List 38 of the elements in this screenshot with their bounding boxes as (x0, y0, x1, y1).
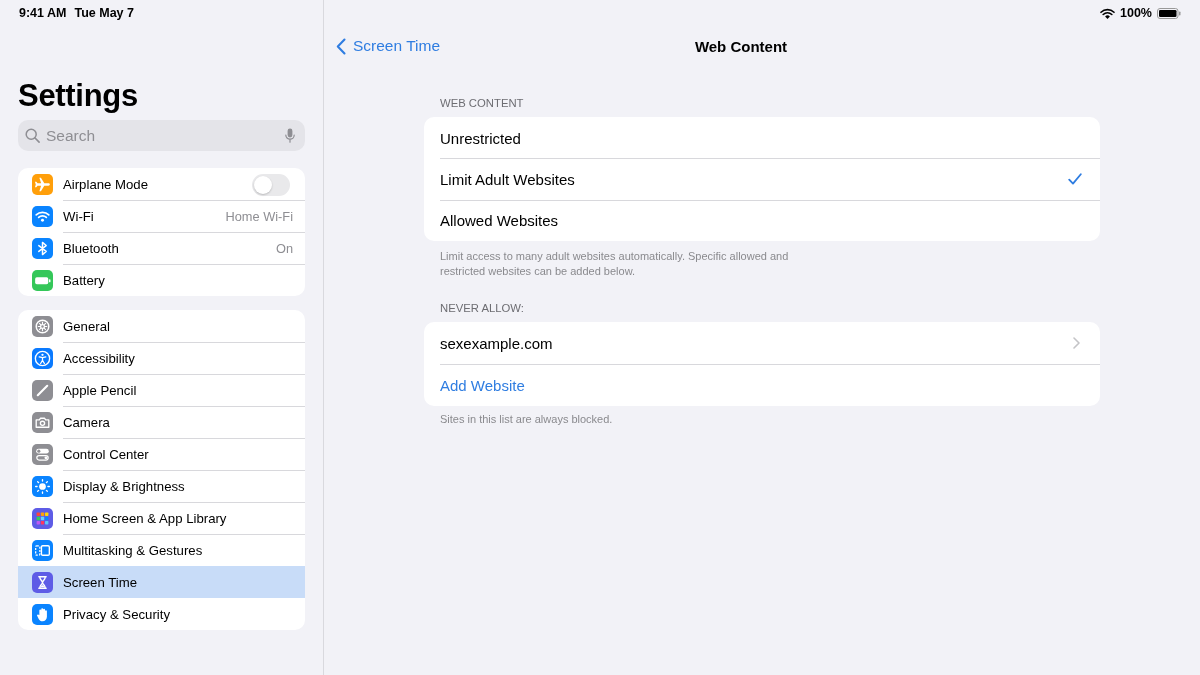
section-header: NEVER ALLOW: (439, 300, 525, 315)
sidebar-item[interactable]: Camera (18, 406, 305, 438)
item-value: Home Wi-Fi (225, 209, 293, 224)
wifi-signal-icon (1100, 7, 1115, 19)
sidebar-item[interactable]: Airplane Mode (18, 168, 305, 200)
back-button[interactable]: Screen Time (336, 37, 440, 55)
section-footer: Sites in this list are always blocked. (424, 411, 820, 427)
battery-icon (1157, 7, 1181, 19)
sidebar-item[interactable]: Battery (18, 264, 305, 296)
sidebar-item[interactable]: General (18, 310, 305, 342)
status-time: 9:41 AM (19, 6, 67, 20)
sidebar-item[interactable]: Screen Time (18, 566, 305, 598)
chevron-left-icon (336, 37, 346, 55)
list-row[interactable]: sexexample.com (424, 321, 1100, 364)
item-value: On (275, 241, 293, 256)
section-footer: Limit access to many adult websites automatically. Specific allowed and restricted websites can be added below. (424, 248, 820, 279)
chevron-icon (1073, 337, 1080, 350)
sidebar-item[interactable]: Display & Brightness (18, 470, 305, 502)
sidebar-item[interactable]: Accessibility (18, 342, 305, 374)
search-field[interactable]: Search (18, 120, 305, 151)
status-date: Tue May 7 (74, 6, 134, 20)
page-title: Web Content (694, 37, 788, 55)
sidebar-item[interactable]: Privacy & Security (18, 598, 305, 630)
microphone-icon[interactable] (285, 128, 295, 143)
sidebar-item[interactable]: Bluetooth On (18, 232, 305, 264)
battery-percent: 100% (1120, 6, 1152, 20)
section-header: WEB CONTENT (439, 96, 525, 110)
option-row[interactable]: Allowed Websites (424, 199, 1100, 241)
sidebar-item[interactable]: Apple Pencil (18, 374, 305, 406)
option-row[interactable]: Unrestricted (424, 117, 1100, 159)
toggle-switch[interactable] (252, 173, 290, 196)
settings-title: Settings (18, 78, 138, 114)
search-icon (25, 128, 40, 143)
sidebar-item[interactable]: Control Center (18, 438, 305, 470)
option-row[interactable]: Limit Adult Websites (424, 158, 1100, 200)
sidebar-item[interactable]: Home Screen & App Library (18, 502, 305, 534)
action-link[interactable]: Add Website (424, 363, 1100, 406)
sidebar-item[interactable]: Wi-Fi Home Wi-Fi (18, 200, 305, 232)
